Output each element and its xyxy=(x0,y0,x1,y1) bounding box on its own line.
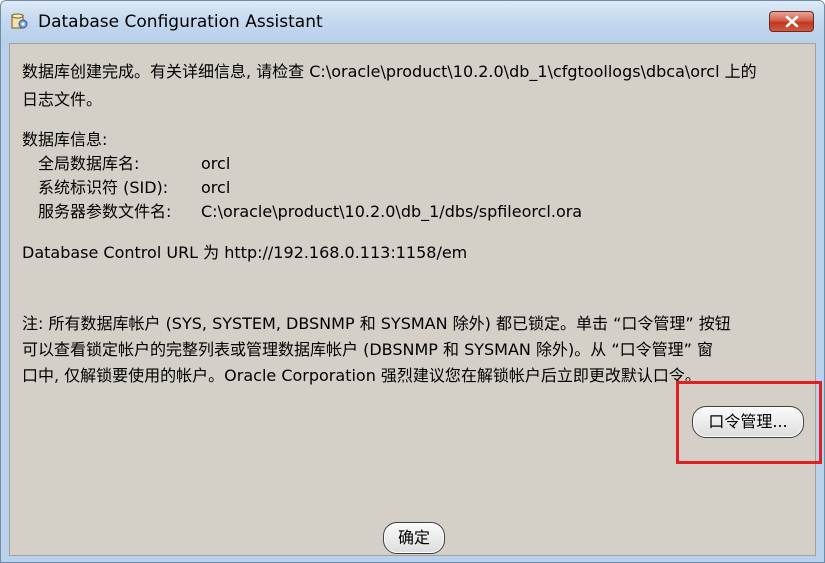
title-bar[interactable]: Database Configuration Assistant xyxy=(1,1,824,41)
close-x-icon xyxy=(785,15,799,28)
completion-message-line-2: 日志文件。 xyxy=(22,90,103,109)
close-button[interactable] xyxy=(769,11,814,32)
db-info-heading: 数据库信息: xyxy=(22,130,108,149)
sid-value: orcl xyxy=(201,178,231,197)
password-management-button[interactable]: 口令管理... xyxy=(692,406,804,438)
window-title: Database Configuration Assistant xyxy=(38,12,323,32)
dbca-app-icon xyxy=(10,12,28,30)
dialog-content: 数据库创建完成。有关详细信息, 请检查 C:\oracle\product\10… xyxy=(9,43,816,556)
dialog-window: Database Configuration Assistant 数据库创建完成… xyxy=(0,0,825,563)
ok-button[interactable]: 确定 xyxy=(383,522,445,554)
global-db-name-value: orcl xyxy=(201,154,231,173)
sid-label: 系统标识符 (SID): xyxy=(38,178,169,197)
global-db-name-label: 全局数据库名: xyxy=(38,154,140,173)
note-line-2: 可以查看锁定帐户的完整列表或管理数据库帐户 (DBSNMP 和 SYSMAN 除… xyxy=(22,340,713,359)
spfile-value: C:\oracle\product\10.2.0\db_1/dbs/spfile… xyxy=(201,202,583,221)
note-line-3: 口中, 仅解锁要使用的帐户。Oracle Corporation 强烈建议您在解… xyxy=(22,366,701,385)
completion-message-line-1: 数据库创建完成。有关详细信息, 请检查 C:\oracle\product\10… xyxy=(22,62,757,81)
spfile-label: 服务器参数文件名: xyxy=(38,202,172,221)
database-control-url: Database Control URL 为 http://192.168.0.… xyxy=(22,243,468,262)
note-line-1: 注: 所有数据库帐户 (SYS, SYSTEM, DBSNMP 和 SYSMAN… xyxy=(22,314,731,333)
